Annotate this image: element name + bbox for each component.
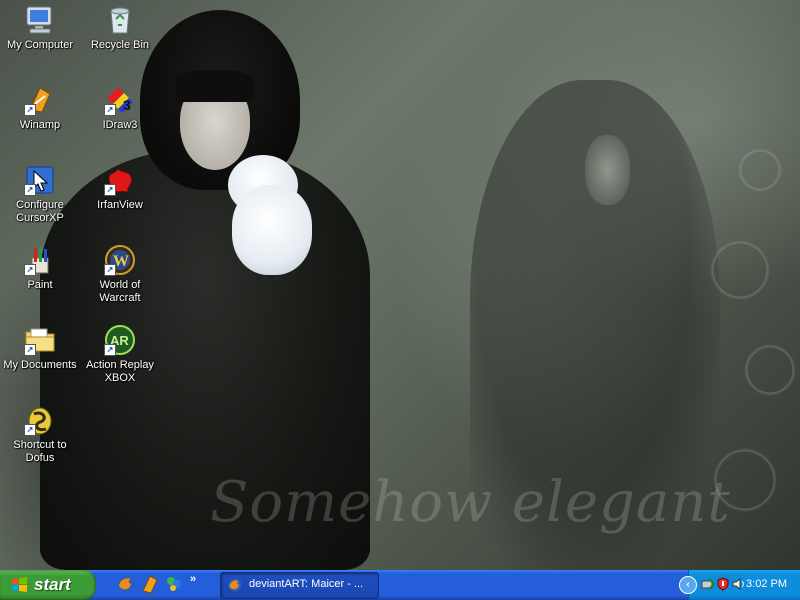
wallpaper-ghost-face — [585, 135, 630, 205]
desktop-icon-action-replay-xbox[interactable]: AR ↗ Action Replay XBOX — [82, 322, 158, 394]
quick-launch-more-chevron[interactable]: » — [190, 573, 196, 585]
desktop-icon-my-computer[interactable]: My Computer — [2, 2, 78, 74]
idraw3-icon: 3 ↗ — [104, 84, 136, 116]
my-computer-icon — [24, 4, 56, 36]
taskbar-window-button[interactable]: deviantART: Maicer - ... — [220, 572, 379, 599]
safely-remove-hardware-icon[interactable] — [701, 577, 716, 591]
shortcut-arrow-icon: ↗ — [104, 344, 116, 356]
desktop-icon-configure-cursorxp[interactable]: ↗ Configure CursorXP — [2, 162, 78, 234]
desktop-icon-paint[interactable]: ↗ Paint — [2, 242, 78, 314]
desktop-icon-irfanview[interactable]: ↗ IrfanView — [82, 162, 158, 234]
desktop-icon-label: Paint — [27, 279, 53, 291]
desktop-icon-winamp[interactable]: ↗ Winamp — [2, 82, 78, 154]
desktop-icon-label: Recycle Bin — [90, 39, 150, 51]
desktop-icon-label: My Documents — [3, 359, 77, 371]
paint-icon: ↗ — [24, 244, 56, 276]
taskbar: start » deviantART: Maicer - ... ‹ 3:02 … — [0, 570, 800, 600]
shortcut-arrow-icon: ↗ — [24, 264, 36, 276]
desktop-icon-label: Winamp — [19, 119, 61, 131]
desktop-icon-my-documents[interactable]: ↗ My Documents — [2, 322, 78, 394]
dofus-icon: ↗ — [24, 404, 56, 436]
security-center-icon[interactable] — [716, 577, 730, 591]
start-label: start — [34, 575, 71, 594]
shortcut-arrow-icon: ↗ — [24, 344, 36, 356]
system-tray: ‹ 3:02 PM — [679, 570, 800, 600]
shortcut-arrow-icon: ↗ — [104, 184, 116, 196]
firefox-icon[interactable] — [116, 574, 138, 596]
desktop[interactable]: Somehow elegant My Computer ↗ Winamp ↗ C… — [0, 0, 800, 570]
world-of-warcraft-icon: W ↗ — [104, 244, 136, 276]
windows-logo-icon — [12, 577, 27, 592]
shortcut-arrow-icon: ↗ — [104, 104, 116, 116]
wallpaper-teddy-bear-body — [232, 185, 312, 275]
desktop-icon-label: Configure CursorXP — [16, 199, 64, 224]
desktop-icon-recycle-bin[interactable]: Recycle Bin — [82, 2, 158, 74]
action-replay-icon: AR ↗ — [104, 324, 136, 356]
desktop-icon-label: Action Replay XBOX — [86, 359, 154, 384]
firefox-icon — [227, 577, 243, 593]
svg-text:3: 3 — [123, 97, 131, 113]
my-documents-folder-icon: ↗ — [24, 324, 56, 356]
desktop-icon-idraw3[interactable]: 3 ↗ IDraw3 — [82, 82, 158, 154]
msn-messenger-icon[interactable] — [164, 574, 186, 596]
shortcut-arrow-icon: ↗ — [104, 264, 116, 276]
start-button[interactable]: start — [0, 570, 96, 600]
wallpaper-caption: Somehow elegant — [210, 470, 731, 535]
shortcut-arrow-icon: ↗ — [24, 104, 36, 116]
desktop-icon-label: World of Warcraft — [99, 279, 141, 304]
cursorxp-icon: ↗ — [24, 164, 56, 196]
desktop-icon-label: IrfanView — [97, 199, 143, 211]
shortcut-arrow-icon: ↗ — [24, 184, 36, 196]
winamp-icon[interactable] — [140, 574, 162, 596]
recycle-bin-icon — [104, 4, 136, 36]
desktop-icon-dofus[interactable]: ↗ Shortcut to Dofus — [2, 402, 78, 474]
clock[interactable]: 3:02 PM — [746, 578, 787, 590]
taskbar-window-title: deviantART: Maicer - ... — [249, 578, 364, 590]
desktop-icon-label: IDraw3 — [102, 119, 138, 131]
desktop-icon-label: Shortcut to Dofus — [13, 439, 67, 464]
desktop-icon-label: My Computer — [6, 39, 74, 51]
wallpaper-figure-bangs — [175, 70, 255, 102]
volume-icon[interactable] — [731, 577, 745, 591]
shortcut-arrow-icon: ↗ — [24, 424, 36, 436]
desktop-icon-world-of-warcraft[interactable]: W ↗ World of Warcraft — [82, 242, 158, 314]
show-hidden-icons-button[interactable]: ‹ — [679, 576, 697, 594]
irfanview-icon: ↗ — [104, 164, 136, 196]
winamp-icon: ↗ — [24, 84, 56, 116]
